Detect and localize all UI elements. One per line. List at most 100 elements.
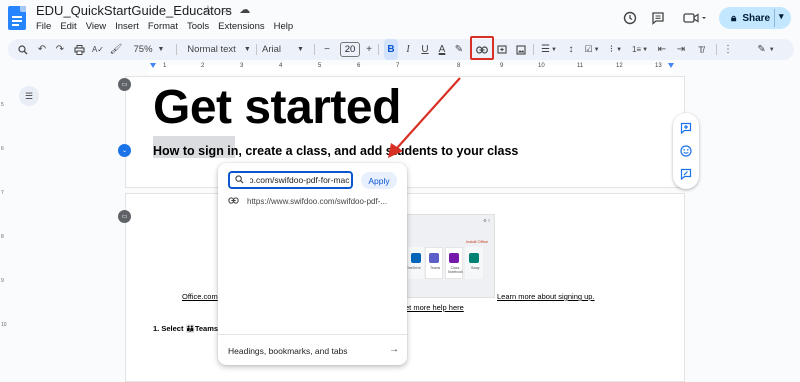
menu-edit[interactable]: Edit — [60, 21, 76, 32]
ruler-number: 10 — [538, 63, 545, 69]
tile-label: Sway — [471, 266, 480, 270]
decrease-font-size-button[interactable]: − — [320, 39, 334, 60]
office-link[interactable]: Office.com — [182, 292, 218, 301]
link-suggestion[interactable]: https://www.swifdoo.com/swifdoo-pdf-... — [228, 196, 387, 206]
clear-formatting-icon[interactable]: T̸ — [693, 39, 709, 60]
star-icon[interactable]: ☆ — [203, 3, 213, 16]
vruler-number: 6 — [1, 146, 4, 152]
menu-help[interactable]: Help — [274, 21, 294, 32]
insert-image-icon[interactable] — [513, 39, 529, 60]
learn-more-link[interactable]: Learn more about signing up. — [497, 292, 595, 301]
link-button-annotation — [470, 36, 494, 60]
share-label: Share — [742, 12, 771, 24]
ruler-number: 3 — [240, 63, 244, 69]
lock-icon: 🔒︎ — [731, 12, 737, 24]
history-icon[interactable] — [619, 7, 641, 29]
decrease-indent-icon[interactable]: ⇤ — [654, 39, 670, 60]
align-select[interactable]: ☰ ▼ — [538, 39, 560, 60]
undo-icon[interactable]: ↶ — [34, 39, 50, 60]
folder-move-icon[interactable]: ▭ — [221, 3, 231, 16]
ruler-number: 13 — [655, 63, 662, 69]
horizontal-ruler: 1 2 3 4 5 6 7 8 9 10 11 12 13 — [0, 62, 800, 74]
tile-label: Class Notebook — [448, 266, 463, 274]
document-outline-icon[interactable]: ☰ — [19, 86, 39, 106]
share-dropdown-icon[interactable]: ▾ — [779, 11, 784, 22]
quick-actions-rail — [673, 113, 699, 189]
title-icons: ☆ ▭ ☁ — [203, 3, 250, 16]
ruler-number: 6 — [357, 63, 361, 69]
more-options-icon[interactable]: ⋮ — [722, 39, 734, 60]
headings-bookmarks-tabs-item[interactable]: Headings, bookmarks, and tabs — [228, 346, 348, 356]
ruler-number: 8 — [457, 63, 461, 69]
highlight-color-icon[interactable]: ✎ — [452, 39, 466, 60]
arrow-right-icon[interactable]: → — [389, 344, 399, 355]
ruler-number: 12 — [616, 63, 623, 69]
increase-font-size-button[interactable]: + — [362, 39, 376, 60]
link-icon — [228, 196, 239, 206]
italic-button[interactable]: I — [401, 39, 415, 60]
vruler-number: 8 — [1, 234, 4, 240]
tile-label: Teams — [430, 266, 441, 270]
ruler-number: 1 — [163, 63, 167, 69]
share-button[interactable]: 🔒︎ Share ▾ — [719, 7, 791, 29]
meet-icon[interactable] — [680, 7, 710, 29]
ruler-number: 9 — [500, 63, 504, 69]
spellcheck-icon[interactable]: A✓ — [90, 39, 106, 60]
menu-insert[interactable]: Insert — [115, 21, 139, 32]
font-size-input[interactable]: 20 — [340, 42, 360, 57]
install-office-label: Install Office — [466, 239, 488, 244]
ruler-number: 5 — [318, 63, 322, 69]
menu-view[interactable]: View — [86, 21, 106, 32]
increase-indent-icon[interactable]: ⇥ — [673, 39, 689, 60]
teams-icon — [429, 253, 439, 263]
image-options-icon[interactable]: ▭ — [118, 78, 131, 91]
menu-extensions[interactable]: Extensions — [218, 21, 264, 32]
get-help-link[interactable]: et more help here — [405, 303, 464, 312]
line-spacing-icon[interactable]: ↕ — [563, 39, 579, 60]
menu-file[interactable]: File — [36, 21, 51, 32]
image-options-icon[interactable]: ▭ — [118, 210, 131, 223]
comment-icon[interactable] — [647, 7, 669, 29]
text-color-button[interactable]: A — [435, 39, 449, 60]
print-icon[interactable] — [70, 39, 88, 60]
numbered-list-select[interactable]: 1≡ ▼ — [629, 39, 651, 60]
document-subheading[interactable]: How to sign in, create a class, and add … — [153, 144, 518, 158]
ruler-number: 11 — [577, 63, 584, 69]
font-select[interactable]: Arial ▼ — [262, 39, 310, 60]
document-heading[interactable]: Get started — [153, 80, 401, 135]
insert-link-dialog: Apply https://www.swifdoo.com/swifdoo-pd… — [218, 163, 407, 365]
heading-collapse-icon[interactable]: ⌄ — [118, 144, 131, 157]
ruler-number: 4 — [279, 63, 283, 69]
ruler-number: 7 — [396, 63, 400, 69]
step-text: 1. Select 👪Teams — [153, 324, 219, 333]
bold-button[interactable]: B — [384, 39, 398, 60]
class-notebook-icon — [449, 253, 459, 263]
cloud-saved-icon[interactable]: ☁ — [239, 3, 250, 16]
add-comment-icon[interactable] — [678, 120, 694, 136]
add-comment-icon[interactable] — [494, 39, 510, 60]
paint-format-icon[interactable]: 🖌︎ — [108, 39, 124, 60]
menu-format[interactable]: Format — [148, 21, 178, 32]
editing-mode-select[interactable]: ✎ ▼ — [753, 39, 779, 60]
suggest-edits-icon[interactable] — [678, 166, 694, 182]
vertical-ruler: 5 6 7 8 9 10 — [0, 76, 8, 382]
link-url-input[interactable] — [250, 175, 350, 185]
search-icon — [235, 174, 244, 186]
zoom-select[interactable]: 75% ▼ — [132, 39, 166, 60]
vruler-number: 5 — [1, 102, 4, 108]
checklist-select[interactable]: ☑ ▼ — [581, 39, 603, 60]
ruler-number: 2 — [201, 63, 205, 69]
redo-icon[interactable]: ↷ — [52, 39, 68, 60]
vruler-number: 7 — [1, 190, 4, 196]
emoji-reaction-icon[interactable] — [678, 143, 694, 159]
docs-logo-icon[interactable] — [8, 6, 26, 30]
onedrive-icon — [411, 253, 421, 263]
office-install-image[interactable]: ⚙ ? Install Office OneDrive Teams Class … — [405, 214, 495, 298]
bulleted-list-select[interactable]: ⁝ ▼ — [605, 39, 627, 60]
apply-button[interactable]: Apply — [361, 172, 397, 189]
underline-button[interactable]: U — [418, 39, 432, 60]
style-select[interactable]: Normal text ▼ — [184, 39, 254, 60]
link-url-input-wrapper — [228, 171, 353, 189]
search-menus-icon[interactable] — [14, 39, 32, 60]
menu-tools[interactable]: Tools — [187, 21, 209, 32]
